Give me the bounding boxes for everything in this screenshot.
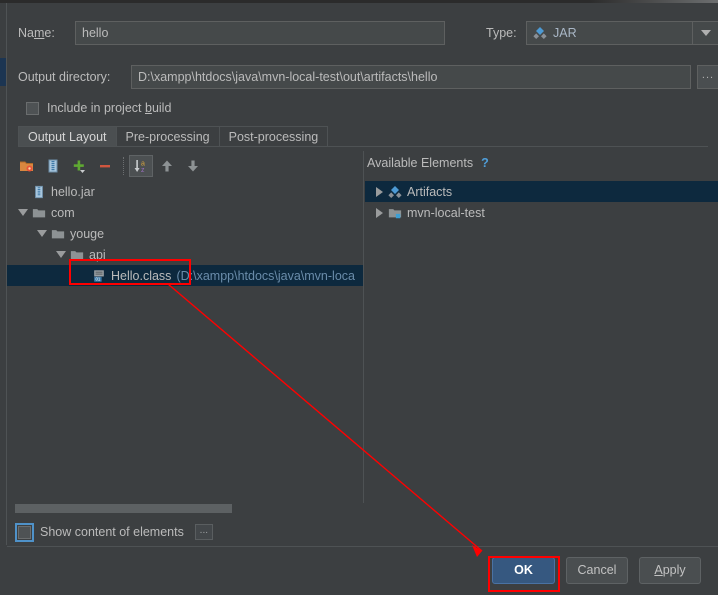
tree-row-path: (D:\xampp\htdocs\java\mvn-loca: [176, 268, 355, 283]
tree-twisty[interactable]: [53, 247, 69, 263]
layout-tabs: Output Layout Pre-processing Post-proces…: [18, 125, 329, 147]
tree-row-label: api: [89, 247, 106, 262]
show-content-checkbox[interactable]: [15, 522, 34, 542]
type-label: Type:: [486, 26, 517, 40]
tree-twisty[interactable]: [15, 205, 31, 221]
tab-post-processing[interactable]: Post-processing: [218, 126, 329, 147]
show-content-label: Show content of elements: [40, 525, 184, 539]
move-up-arrow-icon[interactable]: [155, 155, 179, 177]
artifact-diamond-icon: [533, 26, 547, 40]
svg-text:01: 01: [96, 276, 101, 281]
available-row-label: mvn-local-test: [407, 205, 485, 220]
archive-jar-icon: [31, 184, 47, 200]
tree-row[interactable]: com: [7, 202, 363, 223]
name-input[interactable]: [75, 21, 445, 45]
type-combobox[interactable]: JAR: [526, 21, 718, 45]
available-row-artifacts[interactable]: Artifacts: [365, 181, 718, 202]
show-content-row[interactable]: Show content of elements ...: [15, 522, 213, 542]
ok-button[interactable]: OK: [492, 557, 555, 584]
move-down-arrow-icon[interactable]: [181, 155, 205, 177]
output-directory-input[interactable]: [131, 65, 691, 89]
tab-underline: [18, 146, 708, 147]
available-row-module[interactable]: mvn-local-test: [365, 202, 718, 223]
add-artifact-output-icon[interactable]: [15, 155, 39, 177]
folder-icon: [31, 205, 47, 221]
tree-twisty[interactable]: [371, 184, 387, 200]
chevron-down-icon[interactable]: [692, 22, 718, 44]
svg-text:z: z: [141, 167, 145, 174]
type-value: JAR: [553, 26, 577, 40]
include-in-project-build-checkbox[interactable]: [26, 101, 39, 115]
tree-row-label: youge: [70, 226, 105, 241]
tree-row[interactable]: youge: [7, 223, 363, 244]
tree-row-hello-class[interactable]: 01 Hello.class (D:\xampp\htdocs\java\mvn…: [7, 265, 363, 286]
available-elements-title: Available Elements: [367, 156, 474, 170]
folder-icon: [50, 226, 66, 242]
dialog-content-panel: Name: Type: JAR Output directory: ...: [7, 3, 718, 545]
apply-button[interactable]: Apply: [639, 557, 701, 584]
output-directory-row: Output directory: ...: [18, 65, 718, 91]
tree-row-label: hello.jar: [51, 184, 95, 199]
cancel-button[interactable]: Cancel: [566, 557, 628, 584]
tab-pre-processing[interactable]: Pre-processing: [115, 126, 220, 147]
artifact-configuration-dialog: Name: Type: JAR Output directory: ...: [0, 0, 718, 595]
add-plus-icon[interactable]: [67, 155, 91, 177]
tree-twisty: [15, 184, 31, 200]
show-content-options-button[interactable]: ...: [194, 524, 213, 540]
add-archive-icon[interactable]: [41, 155, 65, 177]
folder-icon: [69, 247, 85, 263]
tree-row[interactable]: api: [7, 244, 363, 265]
sort-az-icon[interactable]: a z: [129, 154, 153, 177]
output-layout-tree[interactable]: hello.jar com youge api 01 Hello.class (…: [7, 181, 363, 503]
class-file-icon: 01: [91, 268, 107, 284]
tab-output-layout[interactable]: Output Layout: [18, 126, 117, 147]
available-elements-tree[interactable]: Artifacts mvn-local-test: [365, 181, 718, 503]
dialog-footer: OK Cancel Apply: [0, 547, 718, 595]
name-row: Name: Type: JAR: [18, 21, 718, 47]
include-in-project-build-label: Include in project build: [47, 101, 172, 115]
tree-row-label: com: [51, 205, 75, 220]
tree-twisty[interactable]: [371, 205, 387, 221]
browse-directory-button[interactable]: ...: [697, 65, 718, 89]
name-label: Name:: [18, 26, 55, 40]
tree-row-label: Hello.class: [111, 268, 172, 283]
include-in-project-build-row[interactable]: Include in project build: [26, 101, 171, 115]
output-directory-label: Output directory:: [18, 70, 111, 84]
available-row-label: Artifacts: [407, 184, 453, 199]
toolbar-separator: [123, 156, 125, 175]
help-question-icon[interactable]: ?: [481, 156, 489, 170]
panel-splitter[interactable]: [363, 151, 364, 503]
available-elements-header: Available Elements ?: [367, 156, 489, 170]
tree-row[interactable]: hello.jar: [7, 181, 363, 202]
output-layout-toolbar: a z: [15, 153, 363, 178]
tree-twisty[interactable]: [34, 226, 50, 242]
remove-minus-icon[interactable]: [93, 155, 117, 177]
artifact-diamond-icon: [387, 184, 403, 200]
tree-horizontal-scrollbar-thumb[interactable]: [15, 504, 232, 513]
module-icon: [387, 205, 403, 221]
